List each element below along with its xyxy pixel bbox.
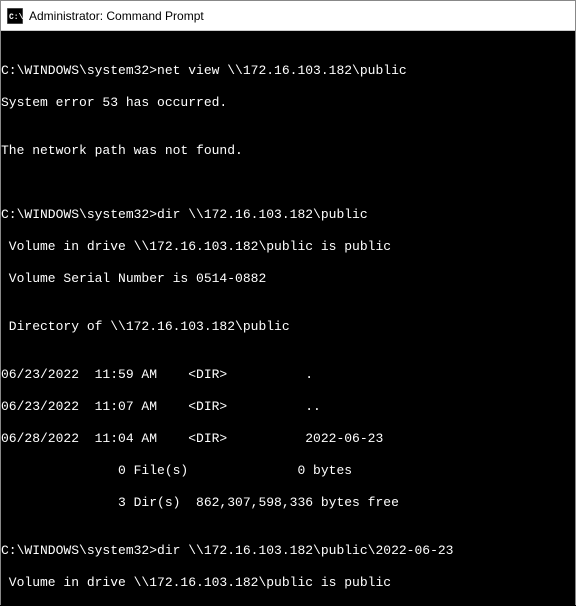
terminal-line: C:\WINDOWS\system32>dir \\172.16.103.182… — [1, 207, 575, 223]
cmd-icon: C:\ — [7, 8, 23, 24]
terminal-line: 0 File(s) 0 bytes — [1, 463, 575, 479]
window-title: Administrator: Command Prompt — [29, 9, 204, 23]
terminal-line: 3 Dir(s) 862,307,598,336 bytes free — [1, 495, 575, 511]
terminal-line: Directory of \\172.16.103.182\public — [1, 319, 575, 335]
terminal-line: 06/23/2022 11:59 AM <DIR> . — [1, 367, 575, 383]
terminal-line: Volume in drive \\172.16.103.182\public … — [1, 575, 575, 591]
terminal-line: C:\WINDOWS\system32>dir \\172.16.103.182… — [1, 543, 575, 559]
terminal-line: 06/23/2022 11:07 AM <DIR> .. — [1, 399, 575, 415]
terminal-line: The network path was not found. — [1, 143, 575, 159]
terminal-line: Volume in drive \\172.16.103.182\public … — [1, 239, 575, 255]
terminal-line: System error 53 has occurred. — [1, 95, 575, 111]
terminal-line: Volume Serial Number is 0514-0882 — [1, 271, 575, 287]
svg-text:C:\: C:\ — [9, 13, 23, 22]
terminal-line: 06/28/2022 11:04 AM <DIR> 2022-06-23 — [1, 431, 575, 447]
window-titlebar[interactable]: C:\ Administrator: Command Prompt — [1, 1, 575, 31]
terminal-output[interactable]: C:\WINDOWS\system32>net view \\172.16.10… — [1, 31, 575, 606]
terminal-line: C:\WINDOWS\system32>net view \\172.16.10… — [1, 63, 575, 79]
